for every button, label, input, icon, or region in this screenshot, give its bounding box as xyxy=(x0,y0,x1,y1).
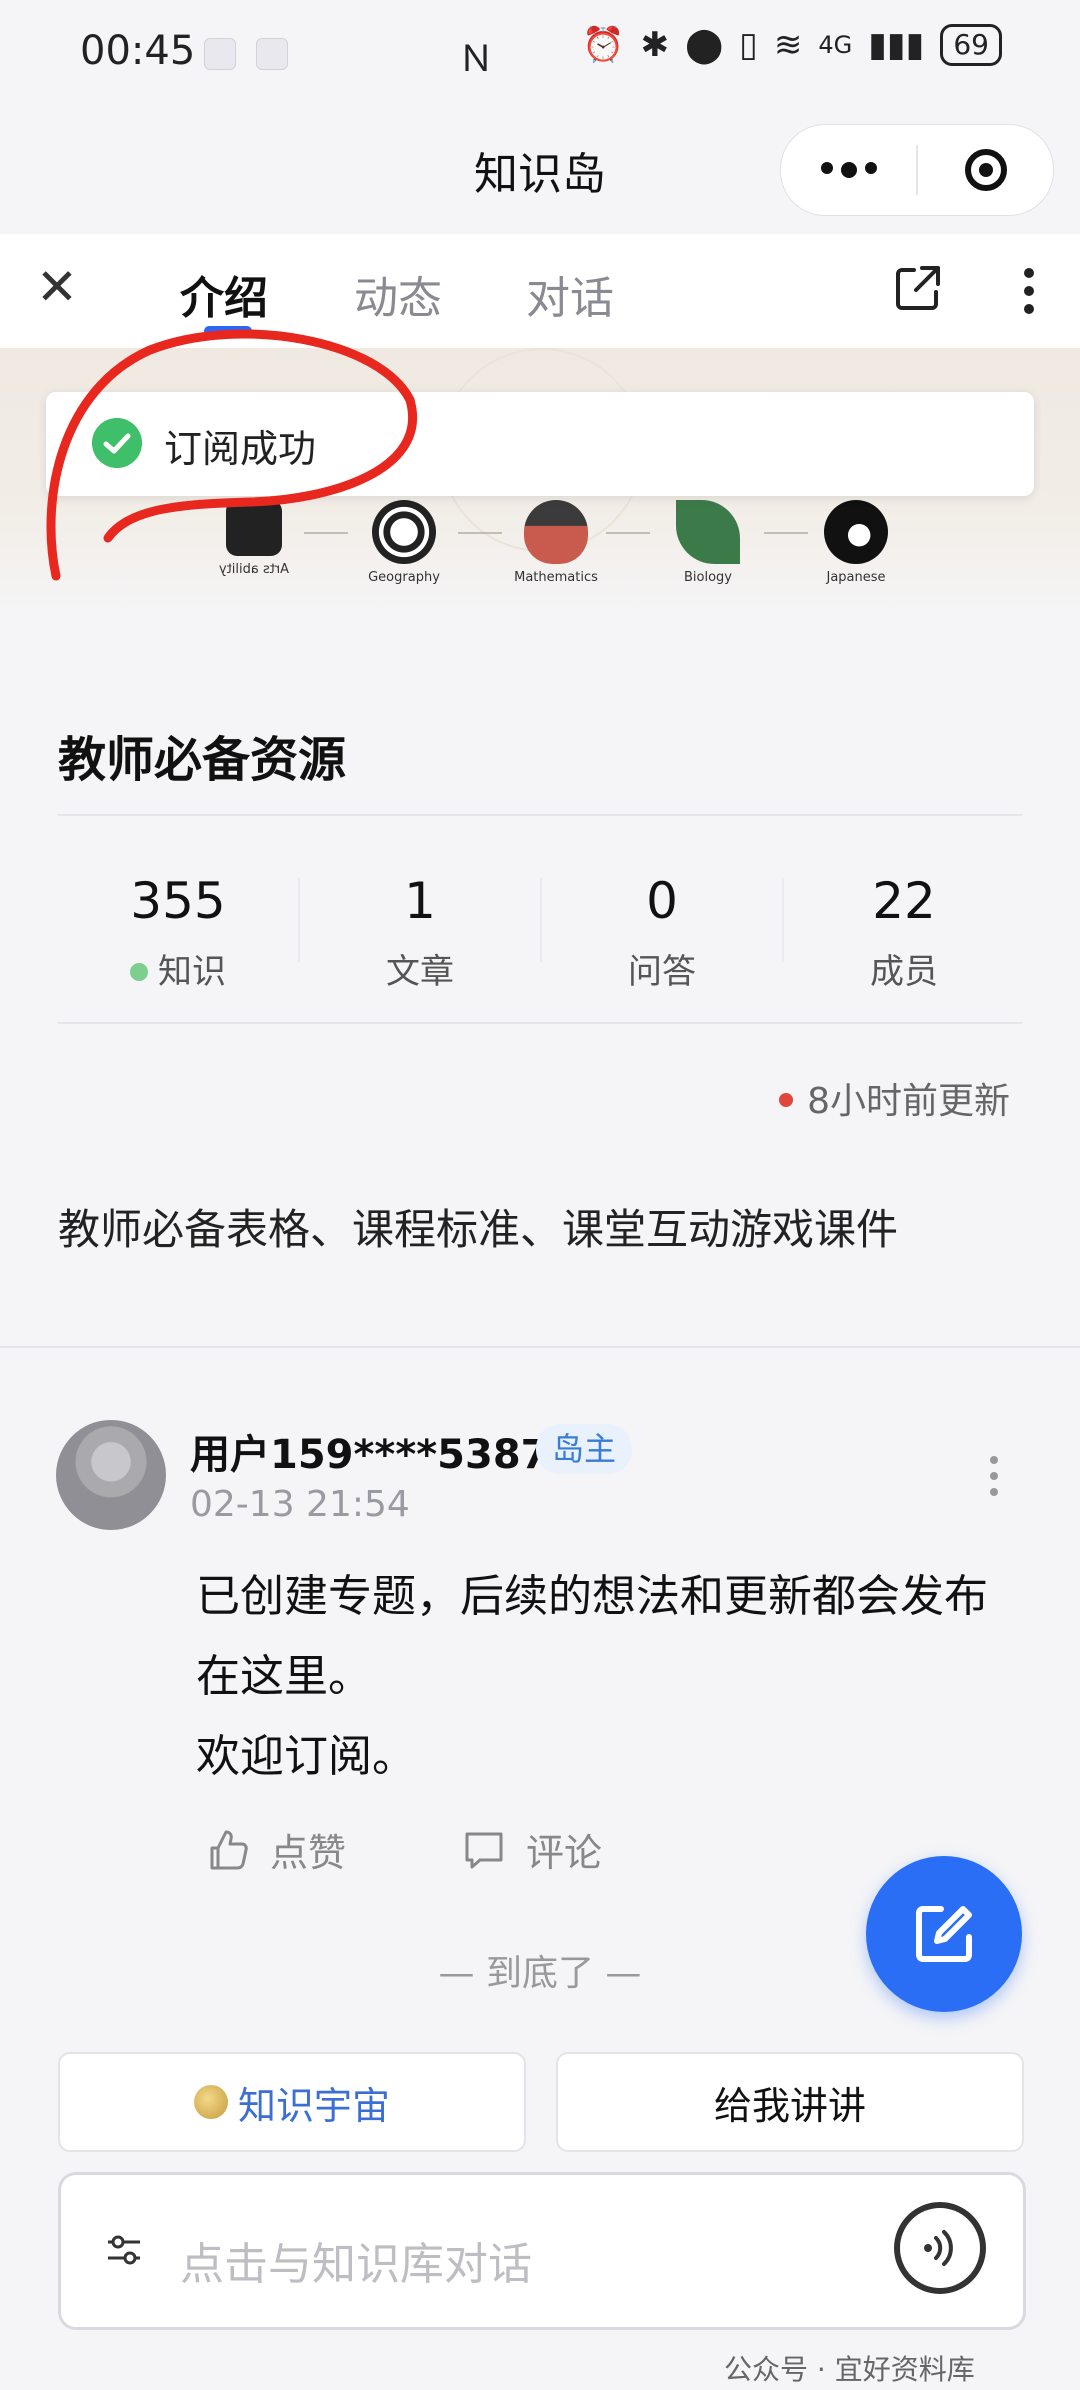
settings-sliders-icon[interactable] xyxy=(104,2230,144,2270)
stat-label: 知识 xyxy=(158,952,226,992)
flask-icon xyxy=(524,500,588,564)
post-username[interactable]: 用户159****5387 xyxy=(190,1422,549,1480)
stat-articles[interactable]: 1 文章 xyxy=(300,872,540,993)
chat-placeholder: 点击与知识库对话 xyxy=(180,2239,532,2290)
comment-label: 评论 xyxy=(526,1831,603,1875)
stat-knowledge[interactable]: 355 知识 xyxy=(58,872,298,993)
location-icon: ⬤ xyxy=(685,25,724,65)
stat-members[interactable]: 22 成员 xyxy=(784,872,1024,993)
tab-intro[interactable]: 介绍 xyxy=(180,262,268,326)
battery-indicator: 69 xyxy=(940,24,1002,66)
status-dot xyxy=(130,963,148,981)
post-text-line: 在这里。 xyxy=(196,1651,372,1702)
vibrate-icon: ▯ xyxy=(739,25,758,65)
bluetooth-icon: ✱ xyxy=(640,25,670,65)
notification-app-icon xyxy=(256,38,288,70)
knowledge-universe-label: 知识宇宙 xyxy=(237,2083,390,2128)
status-icons: ⏰ ✱ ⬤ ▯ ≋ 4G ▮▮▮ 69 xyxy=(582,24,1002,66)
stat-label: 文章 xyxy=(386,952,454,992)
voice-button[interactable] xyxy=(894,2202,986,2294)
comment-button[interactable]: 评论 xyxy=(462,1822,602,1877)
subject-label: Japanese xyxy=(826,570,886,585)
explain-button[interactable]: 给我讲讲 xyxy=(556,2052,1024,2152)
post-text-line: 已创建专题，后续的想法和更新都会发布 xyxy=(196,1571,988,1622)
thumbs-up-icon xyxy=(210,1830,248,1869)
status-time: 00:45 xyxy=(80,28,196,74)
signal-icon: ▮▮▮ xyxy=(868,25,925,65)
more-vertical-icon[interactable] xyxy=(990,1456,998,1496)
stat-value: 355 xyxy=(130,872,226,930)
island-description: 教师必备表格、课程标准、课堂互动游戏课件 xyxy=(58,1205,899,1254)
stat-value: 1 xyxy=(404,872,436,930)
like-button[interactable]: 点赞 xyxy=(206,1822,346,1877)
subject-japanese: Japanese xyxy=(796,500,916,585)
comment-icon xyxy=(465,1832,503,1868)
subject-biology: Biology xyxy=(648,500,768,585)
stat-label: 问答 xyxy=(628,952,696,992)
share-icon[interactable] xyxy=(892,262,944,314)
wifi-icon: ≋ xyxy=(773,25,803,65)
planet-icon xyxy=(193,2085,228,2119)
owner-badge: 岛主 xyxy=(536,1424,633,1474)
banner-connector xyxy=(606,532,650,534)
voice-icon xyxy=(924,2230,953,2266)
stat-qa[interactable]: 0 问答 xyxy=(542,872,782,993)
divider xyxy=(58,1022,1022,1024)
more-horizontal-icon xyxy=(820,162,877,178)
stat-value: 0 xyxy=(646,872,678,930)
watermark: 公众号 · 宜好资料库 xyxy=(724,2353,975,2386)
subject-label: Biology xyxy=(684,570,732,585)
edit-icon xyxy=(916,1906,972,1962)
miniprogram-capsule xyxy=(780,124,1054,216)
target-icon xyxy=(964,149,1007,191)
tab-updates[interactable]: 动态 xyxy=(354,262,442,326)
network-label: 4G xyxy=(818,31,853,59)
stat-value: 22 xyxy=(872,872,936,930)
knowledge-universe-button[interactable]: 知识宇宙 xyxy=(58,2052,526,2152)
compose-button[interactable] xyxy=(866,1856,1022,2012)
red-annotation-circle xyxy=(46,329,417,581)
tab-chat[interactable]: 对话 xyxy=(526,262,614,326)
island-title: 教师必备资源 xyxy=(58,732,347,788)
eye-icon xyxy=(824,500,888,564)
capsule-more-button[interactable] xyxy=(781,125,916,215)
more-vertical-icon[interactable] xyxy=(1024,268,1034,314)
capsule-close-button[interactable] xyxy=(918,125,1053,215)
close-icon[interactable]: ✕ xyxy=(36,258,78,316)
leaf-icon xyxy=(676,500,740,564)
avatar[interactable] xyxy=(56,1420,166,1530)
subject-label: Mathematics xyxy=(514,570,598,585)
explain-label: 给我讲讲 xyxy=(713,2083,866,2128)
notification-app-icon xyxy=(204,38,236,70)
update-dot xyxy=(779,1093,794,1107)
nfc-icon: Ｎ xyxy=(458,39,495,80)
subject-mathematics: Mathematics xyxy=(496,500,616,585)
like-label: 点赞 xyxy=(270,1831,347,1875)
stat-label: 成员 xyxy=(870,952,938,992)
divider xyxy=(58,814,1022,816)
post-text-line: 欢迎订阅。 xyxy=(196,1731,416,1782)
update-info: 8小时前更新 xyxy=(779,1072,1010,1124)
section-divider xyxy=(0,1346,1080,1348)
update-text: 8小时前更新 xyxy=(807,1081,1010,1122)
post-time: 02-13 21:54 xyxy=(190,1484,410,1525)
alarm-icon: ⏰ xyxy=(582,25,625,65)
